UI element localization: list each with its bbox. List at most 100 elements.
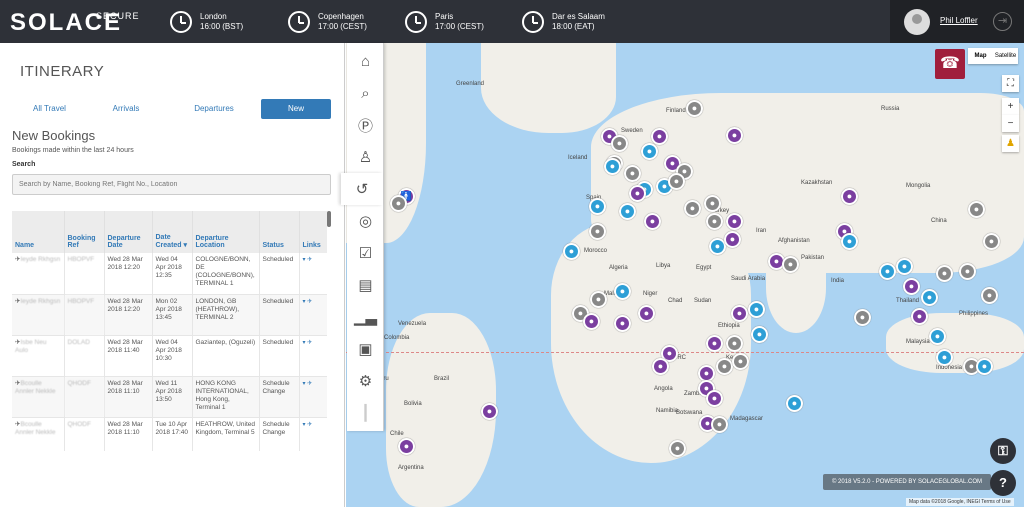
traveller-pin[interactable]: ● [644,213,661,230]
table-row[interactable]: ✈ Ieyde Rkhgsn HBOPVF Wed 28 Mar 2018 12:… [12,294,327,336]
table-row[interactable]: ✈ Bcoulle Annler Nekkle QHODF Wed 28 Mar … [12,376,327,418]
traveller-pin[interactable]: ● [684,200,701,217]
zoom-out-button[interactable]: − [1002,115,1019,132]
search-input[interactable] [12,174,331,195]
contacts-icon[interactable]: ▤ [347,269,384,301]
traveller-pin[interactable]: ● [583,313,600,330]
column-header-booking-ref[interactable]: Booking Ref [64,211,105,253]
globe-icon[interactable]: ◎ [347,205,384,237]
traveller-pin[interactable]: ● [936,349,953,366]
traveller-pin[interactable]: ● [854,309,871,326]
user-name-link[interactable]: Phil Loffler [940,16,978,25]
traveller-pin[interactable]: ● [589,198,606,215]
column-header-name[interactable]: Name [12,211,65,253]
traveller-pin[interactable]: ● [726,213,743,230]
traveller-pin[interactable]: ● [782,256,799,273]
logout-icon[interactable]: ⇥ [993,12,1012,31]
bar-chart-icon[interactable]: ▁▃ [347,301,384,333]
traveller-pin[interactable]: ● [786,395,803,412]
column-header-departure-date[interactable]: Departure Date [104,211,153,253]
column-header-status[interactable]: Status [259,211,300,253]
traveller-pin[interactable]: ● [959,263,976,280]
home-icon[interactable]: ⌂ [347,45,384,77]
traveller-pin[interactable]: ● [614,315,631,332]
link-icon[interactable]: ✈ [307,381,312,387]
traveller-pin[interactable]: ● [651,128,668,145]
traveller-pin[interactable]: ● [481,403,498,420]
table-row[interactable]: ✈ Ieyde Rkhgsn HBOPVF Wed 28 Mar 2018 12:… [12,253,327,295]
world-map[interactable]: Greenland Iceland Finland Russia Sweden … [346,43,1024,507]
tab-arrivals[interactable]: Arrivals [102,99,150,119]
traveller-pin[interactable]: ● [896,258,913,275]
traveller-pin[interactable]: ● [706,335,723,352]
traveller-pin[interactable]: ● [390,195,407,212]
search-icon[interactable]: ⌕ [347,77,384,109]
table-scrollbar[interactable] [327,211,331,227]
fullscreen-icon[interactable]: ⛶ [1002,75,1019,92]
table-row[interactable]: ✈ Bcoulle Annler Nekkle QHODF Wed 28 Mar … [12,417,327,451]
traveller-pin[interactable]: ● [652,358,669,375]
tab-all-travel[interactable]: All Travel [22,99,77,119]
traveller-pin[interactable]: ● [706,390,723,407]
map-type-map[interactable]: Map [968,48,993,64]
traveller-pin[interactable]: ● [726,127,743,144]
traveller-pin[interactable]: ● [711,416,728,433]
tab-new[interactable]: New [261,99,331,119]
traveller-pin[interactable]: ● [921,289,938,306]
traveller-pin[interactable]: ● [590,291,607,308]
traveller-pin[interactable]: ● [638,305,655,322]
settings-icon[interactable]: ⚙ [347,365,384,397]
traveller-pin[interactable]: ● [841,233,858,250]
map-type-toggle[interactable]: Map Satellite [968,48,1018,64]
traveller-pin[interactable]: ● [976,358,993,375]
link-icon[interactable]: ✈ [307,422,312,428]
traveller-pin[interactable]: ● [731,305,748,322]
map-pin-icon[interactable]: ▾ [303,422,306,428]
traveller-pin[interactable]: ● [629,185,646,202]
link-icon[interactable]: ✈ [307,299,312,305]
tab-departures[interactable]: Departures [185,99,243,119]
traveller-pin[interactable]: ● [589,223,606,240]
traveller-pin[interactable]: ● [879,263,896,280]
traveller-pin[interactable]: ● [726,335,743,352]
map-pin-icon[interactable]: ▾ [303,257,306,263]
column-header-date-created[interactable]: Date Created ▾ [152,211,193,253]
traveller-pin[interactable]: ● [563,243,580,260]
passport-icon[interactable]: Ⓟ [347,109,384,141]
checklist-icon[interactable]: ☑ [347,237,384,269]
map-pin-icon[interactable]: ▾ [303,381,306,387]
avatar[interactable] [904,9,930,35]
drag-handle-icon[interactable]: ┃ [347,397,384,429]
traveller-pin[interactable]: ● [724,231,741,248]
traveller-pin[interactable]: ● [669,440,686,457]
link-icon[interactable]: ✈ [307,340,312,346]
map-pin-icon[interactable]: ▾ [303,299,306,305]
pegman-icon[interactable]: ♟ [1002,135,1019,152]
traveller-pin[interactable]: ● [732,353,749,370]
traveller-pin[interactable]: ● [936,265,953,282]
map-attribution[interactable]: Map data ©2018 Google, INEGI Terms of Us… [906,498,1014,506]
help-icon[interactable]: ? [990,470,1016,496]
traveller-pin[interactable]: ● [619,203,636,220]
traveller-pin[interactable]: ● [716,358,733,375]
traveller-pin[interactable]: ● [706,213,723,230]
traveller-pin[interactable]: ● [604,158,621,175]
history-icon[interactable]: ↺ [341,173,383,205]
traveller-pin[interactable]: ● [748,301,765,318]
emergency-phone-button[interactable]: ☎ [935,49,965,79]
traveller-pin[interactable]: ● [704,195,721,212]
map-pin-icon[interactable]: ▾ [303,340,306,346]
traveller-pin[interactable]: ● [668,173,685,190]
zoom-in-button[interactable]: + [1002,98,1019,115]
table-row[interactable]: ✈ Isbe Neu Aulo DOLAD Wed 28 Mar 2018 11:… [12,335,327,377]
traveller-pin[interactable]: ● [911,308,928,325]
traveller-pin[interactable]: ● [751,326,768,343]
traveller-pin[interactable]: ● [624,165,641,182]
traveller-pin[interactable]: ● [983,233,1000,250]
key-icon[interactable]: ⚿ [990,438,1016,464]
map-type-satellite[interactable]: Satellite [993,48,1018,64]
column-header-departure-location[interactable]: Departure Location [192,211,260,253]
traveller-pin[interactable]: ● [398,438,415,455]
traveller-pin[interactable]: ● [614,283,631,300]
traveller-pin[interactable]: ● [929,328,946,345]
